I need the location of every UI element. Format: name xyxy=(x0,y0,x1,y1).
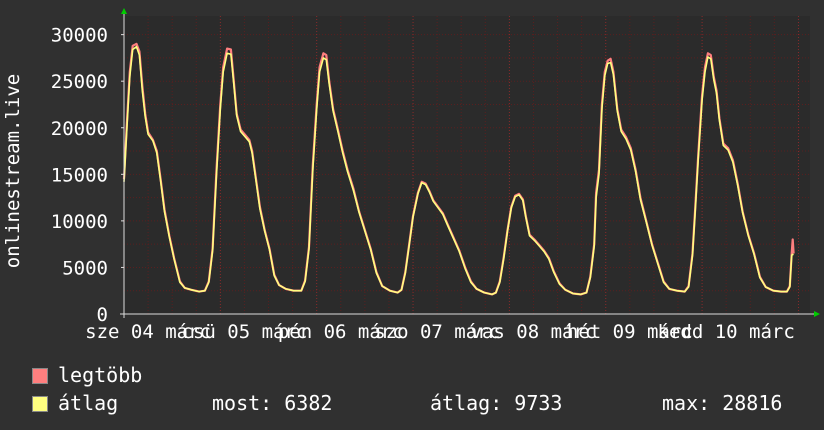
y-tick-label: 10000 xyxy=(51,211,108,233)
stat-avg: átlag: 9733 xyxy=(430,390,562,416)
y-tick-label: 25000 xyxy=(51,71,108,93)
stat-max-value: 28816 xyxy=(722,391,783,415)
stat-now: most: 6382 xyxy=(212,390,332,416)
legend-label-max: legtöbb xyxy=(58,363,143,387)
y-tick-label: 30000 xyxy=(51,25,108,47)
x-axis-arrow xyxy=(814,311,820,317)
y-axis-arrow xyxy=(121,8,127,14)
legend-row-max: legtöbb xyxy=(32,362,812,388)
y-tick-label: 20000 xyxy=(51,118,108,140)
legend-label-avg: átlag xyxy=(58,391,119,415)
legend-swatch-max xyxy=(32,368,48,384)
stat-avg-value: 9733 xyxy=(514,391,563,415)
y-tick-label: 5000 xyxy=(62,257,108,279)
stat-avg-label: átlag: xyxy=(430,391,503,415)
stat-max-label: max: xyxy=(662,391,711,415)
stat-now-label: most: xyxy=(212,391,273,415)
y-tick-labels: 050001000015000200002500030000 xyxy=(51,25,124,326)
y-axis-label: onlinestream.live xyxy=(2,74,24,268)
stat-max: max: 28816 xyxy=(662,390,782,416)
legend-swatch-avg xyxy=(32,396,48,412)
legend-row-avg: átlag most: 6382 átlag: 9733 max: 28816 xyxy=(32,390,812,416)
stat-now-value: 6382 xyxy=(284,391,333,415)
y-tick-label: 15000 xyxy=(51,164,108,186)
x-tick-labels: sze 04 márccsü 05 márcpén 06 márcszo 07 … xyxy=(85,321,795,343)
x-tick-label: kedd 10 márc xyxy=(658,321,795,343)
